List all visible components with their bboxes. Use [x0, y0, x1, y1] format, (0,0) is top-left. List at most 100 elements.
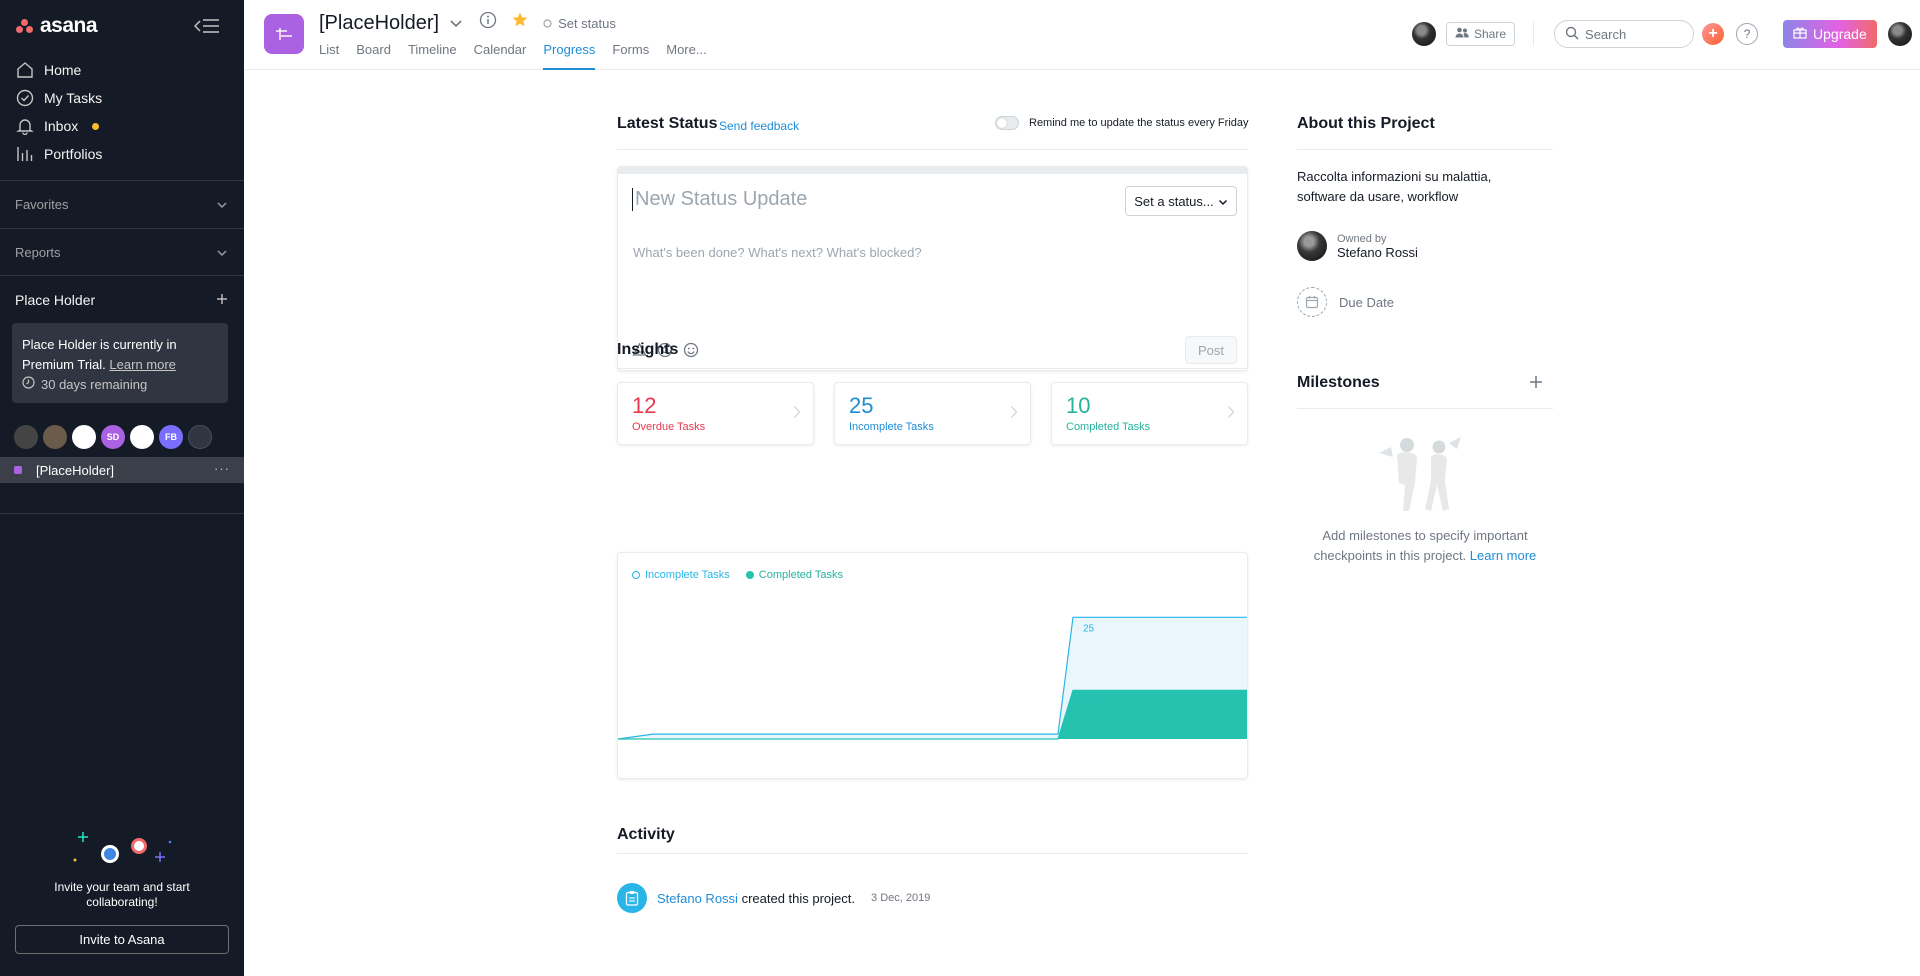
project-title-row: [PlaceHolder] Set status	[319, 11, 616, 35]
project-icon[interactable]	[264, 14, 304, 54]
help-button[interactable]: ?	[1736, 23, 1759, 45]
sidebar-nav: Home My Tasks Inbox Portfolios	[0, 56, 244, 168]
set-status-dropdown[interactable]: Set a status...	[1125, 186, 1237, 216]
project-tabs: List Board Timeline Calendar Progress Fo…	[319, 40, 707, 70]
send-feedback-link[interactable]: Send feedback	[719, 119, 799, 133]
info-icon[interactable]	[479, 11, 497, 35]
divider	[617, 149, 1248, 150]
latest-status-heading: Latest Status	[617, 115, 718, 132]
invite-illustration-icon	[73, 832, 172, 863]
trial-learn-more-link[interactable]: Learn more	[109, 357, 175, 372]
avatar[interactable]	[1412, 22, 1436, 46]
section-label: Reports	[15, 245, 61, 260]
divider	[617, 853, 1248, 854]
add-milestone-icon[interactable]	[1528, 374, 1544, 390]
top-bar: [PlaceHolder] Set status List Board Time…	[244, 0, 1920, 70]
emoji-icon[interactable]	[683, 342, 699, 361]
clipboard-icon	[617, 883, 647, 913]
burnup-chart: Incomplete Tasks Completed Tasks 25 10	[617, 552, 1248, 779]
trial-text-line1: Place Holder is currently in	[22, 337, 177, 352]
completed-label: Completed Tasks	[1066, 421, 1151, 433]
quick-add-button[interactable]: +	[1702, 23, 1725, 45]
invite-to-asana-button[interactable]: Invite to Asana	[15, 925, 229, 954]
sidebar: asana Home My Tasks Inbox Portfolios Fav…	[0, 0, 244, 976]
overdue-count: 12	[632, 393, 657, 418]
remind-label: Remind me to update the status every Fri…	[1029, 117, 1249, 129]
sidebar-item-label: Home	[44, 62, 82, 78]
star-icon[interactable]	[511, 11, 529, 35]
more-options-icon[interactable]: ···	[214, 461, 230, 476]
team-members: SD FB	[14, 425, 212, 449]
chevron-down-icon	[216, 245, 228, 260]
project-owner[interactable]: Owned by Stefano Rossi	[1297, 231, 1418, 261]
incomplete-tasks-card[interactable]: 25 Incomplete Tasks	[834, 382, 1031, 445]
avatar[interactable]	[14, 425, 38, 449]
completed-value-label: 10	[1083, 696, 1095, 707]
search-box[interactable]	[1554, 20, 1695, 48]
collapse-sidebar-icon[interactable]	[193, 18, 220, 34]
user-avatar[interactable]	[1887, 22, 1912, 46]
people-icon	[1455, 27, 1469, 41]
calendar-icon	[1297, 287, 1327, 317]
set-status-button[interactable]: Set status	[543, 16, 616, 31]
avatar[interactable]	[43, 425, 67, 449]
completed-tasks-card[interactable]: 10 Completed Tasks	[1051, 382, 1248, 445]
divider	[0, 513, 244, 514]
sidebar-item-home[interactable]: Home	[0, 56, 244, 84]
add-project-icon[interactable]	[216, 292, 228, 308]
project-description[interactable]: Raccolta informazioni su malattia, softw…	[1297, 167, 1527, 207]
completed-series-area	[618, 690, 1247, 739]
activity-author-link[interactable]: Stefano Rossi	[657, 891, 738, 906]
sidebar-project-item[interactable]: [PlaceHolder] ···	[0, 457, 244, 483]
avatar[interactable]	[130, 425, 154, 449]
sidebar-project-label: [PlaceHolder]	[36, 462, 115, 478]
chevron-down-icon[interactable]	[449, 12, 463, 35]
avatar[interactable]: SD	[101, 425, 125, 449]
avatar	[1297, 231, 1327, 261]
share-label: Share	[1474, 27, 1507, 41]
avatar[interactable]	[72, 425, 96, 449]
avatar[interactable]: FB	[159, 425, 183, 449]
sidebar-item-inbox[interactable]: Inbox	[0, 112, 244, 140]
trial-notice: Place Holder is currently in Premium Tri…	[12, 323, 228, 403]
tab-more[interactable]: More...	[666, 40, 706, 70]
milestones-learn-more-link[interactable]: Learn more	[1470, 548, 1536, 563]
activity-action: created this project.	[741, 890, 856, 906]
status-update-card: New Status Update Set a status... What's…	[617, 166, 1248, 371]
asana-logo[interactable]: asana	[16, 14, 98, 38]
search-input[interactable]	[1585, 26, 1686, 42]
team-label: Place Holder	[15, 291, 96, 308]
trial-days-remaining: 30 days remaining	[41, 377, 148, 392]
status-title-input[interactable]: New Status Update	[632, 188, 807, 211]
avatar[interactable]	[188, 425, 212, 449]
sidebar-item-label: My Tasks	[44, 90, 103, 106]
incomplete-label: Incomplete Tasks	[849, 421, 934, 433]
remind-toggle[interactable]	[995, 116, 1019, 130]
bar-chart-icon	[16, 145, 34, 163]
upgrade-button[interactable]: Upgrade	[1783, 20, 1877, 48]
section-label: Favorites	[15, 197, 69, 212]
status-select-label: Set a status...	[1134, 193, 1214, 209]
due-date-field[interactable]: Due Date	[1297, 287, 1394, 317]
overdue-label: Overdue Tasks	[632, 421, 706, 433]
set-status-label: Set status	[558, 15, 616, 31]
sidebar-item-portfolios[interactable]: Portfolios	[0, 140, 244, 168]
share-button[interactable]: Share	[1446, 22, 1516, 46]
tab-list[interactable]: List	[319, 40, 339, 70]
activity-heading: Activity	[617, 826, 675, 843]
gift-icon	[1793, 26, 1807, 42]
tab-forms[interactable]: Forms	[612, 40, 649, 70]
page-title[interactable]: [PlaceHolder]	[319, 12, 439, 35]
sidebar-item-my-tasks[interactable]: My Tasks	[0, 84, 244, 112]
about-heading: About this Project	[1297, 115, 1435, 132]
tab-timeline[interactable]: Timeline	[408, 40, 457, 70]
tab-calendar[interactable]: Calendar	[474, 40, 527, 70]
tab-board[interactable]: Board	[356, 40, 391, 70]
tab-progress[interactable]: Progress	[543, 40, 596, 70]
sidebar-section-team[interactable]: Place Holder	[0, 275, 244, 323]
overdue-tasks-card[interactable]: 12 Overdue Tasks	[617, 382, 814, 445]
post-button[interactable]: Post	[1185, 336, 1237, 364]
status-body-input[interactable]: What's been done? What's next? What's bl…	[633, 245, 922, 260]
sidebar-section-favorites[interactable]: Favorites	[0, 180, 244, 228]
sidebar-section-reports[interactable]: Reports	[0, 228, 244, 276]
